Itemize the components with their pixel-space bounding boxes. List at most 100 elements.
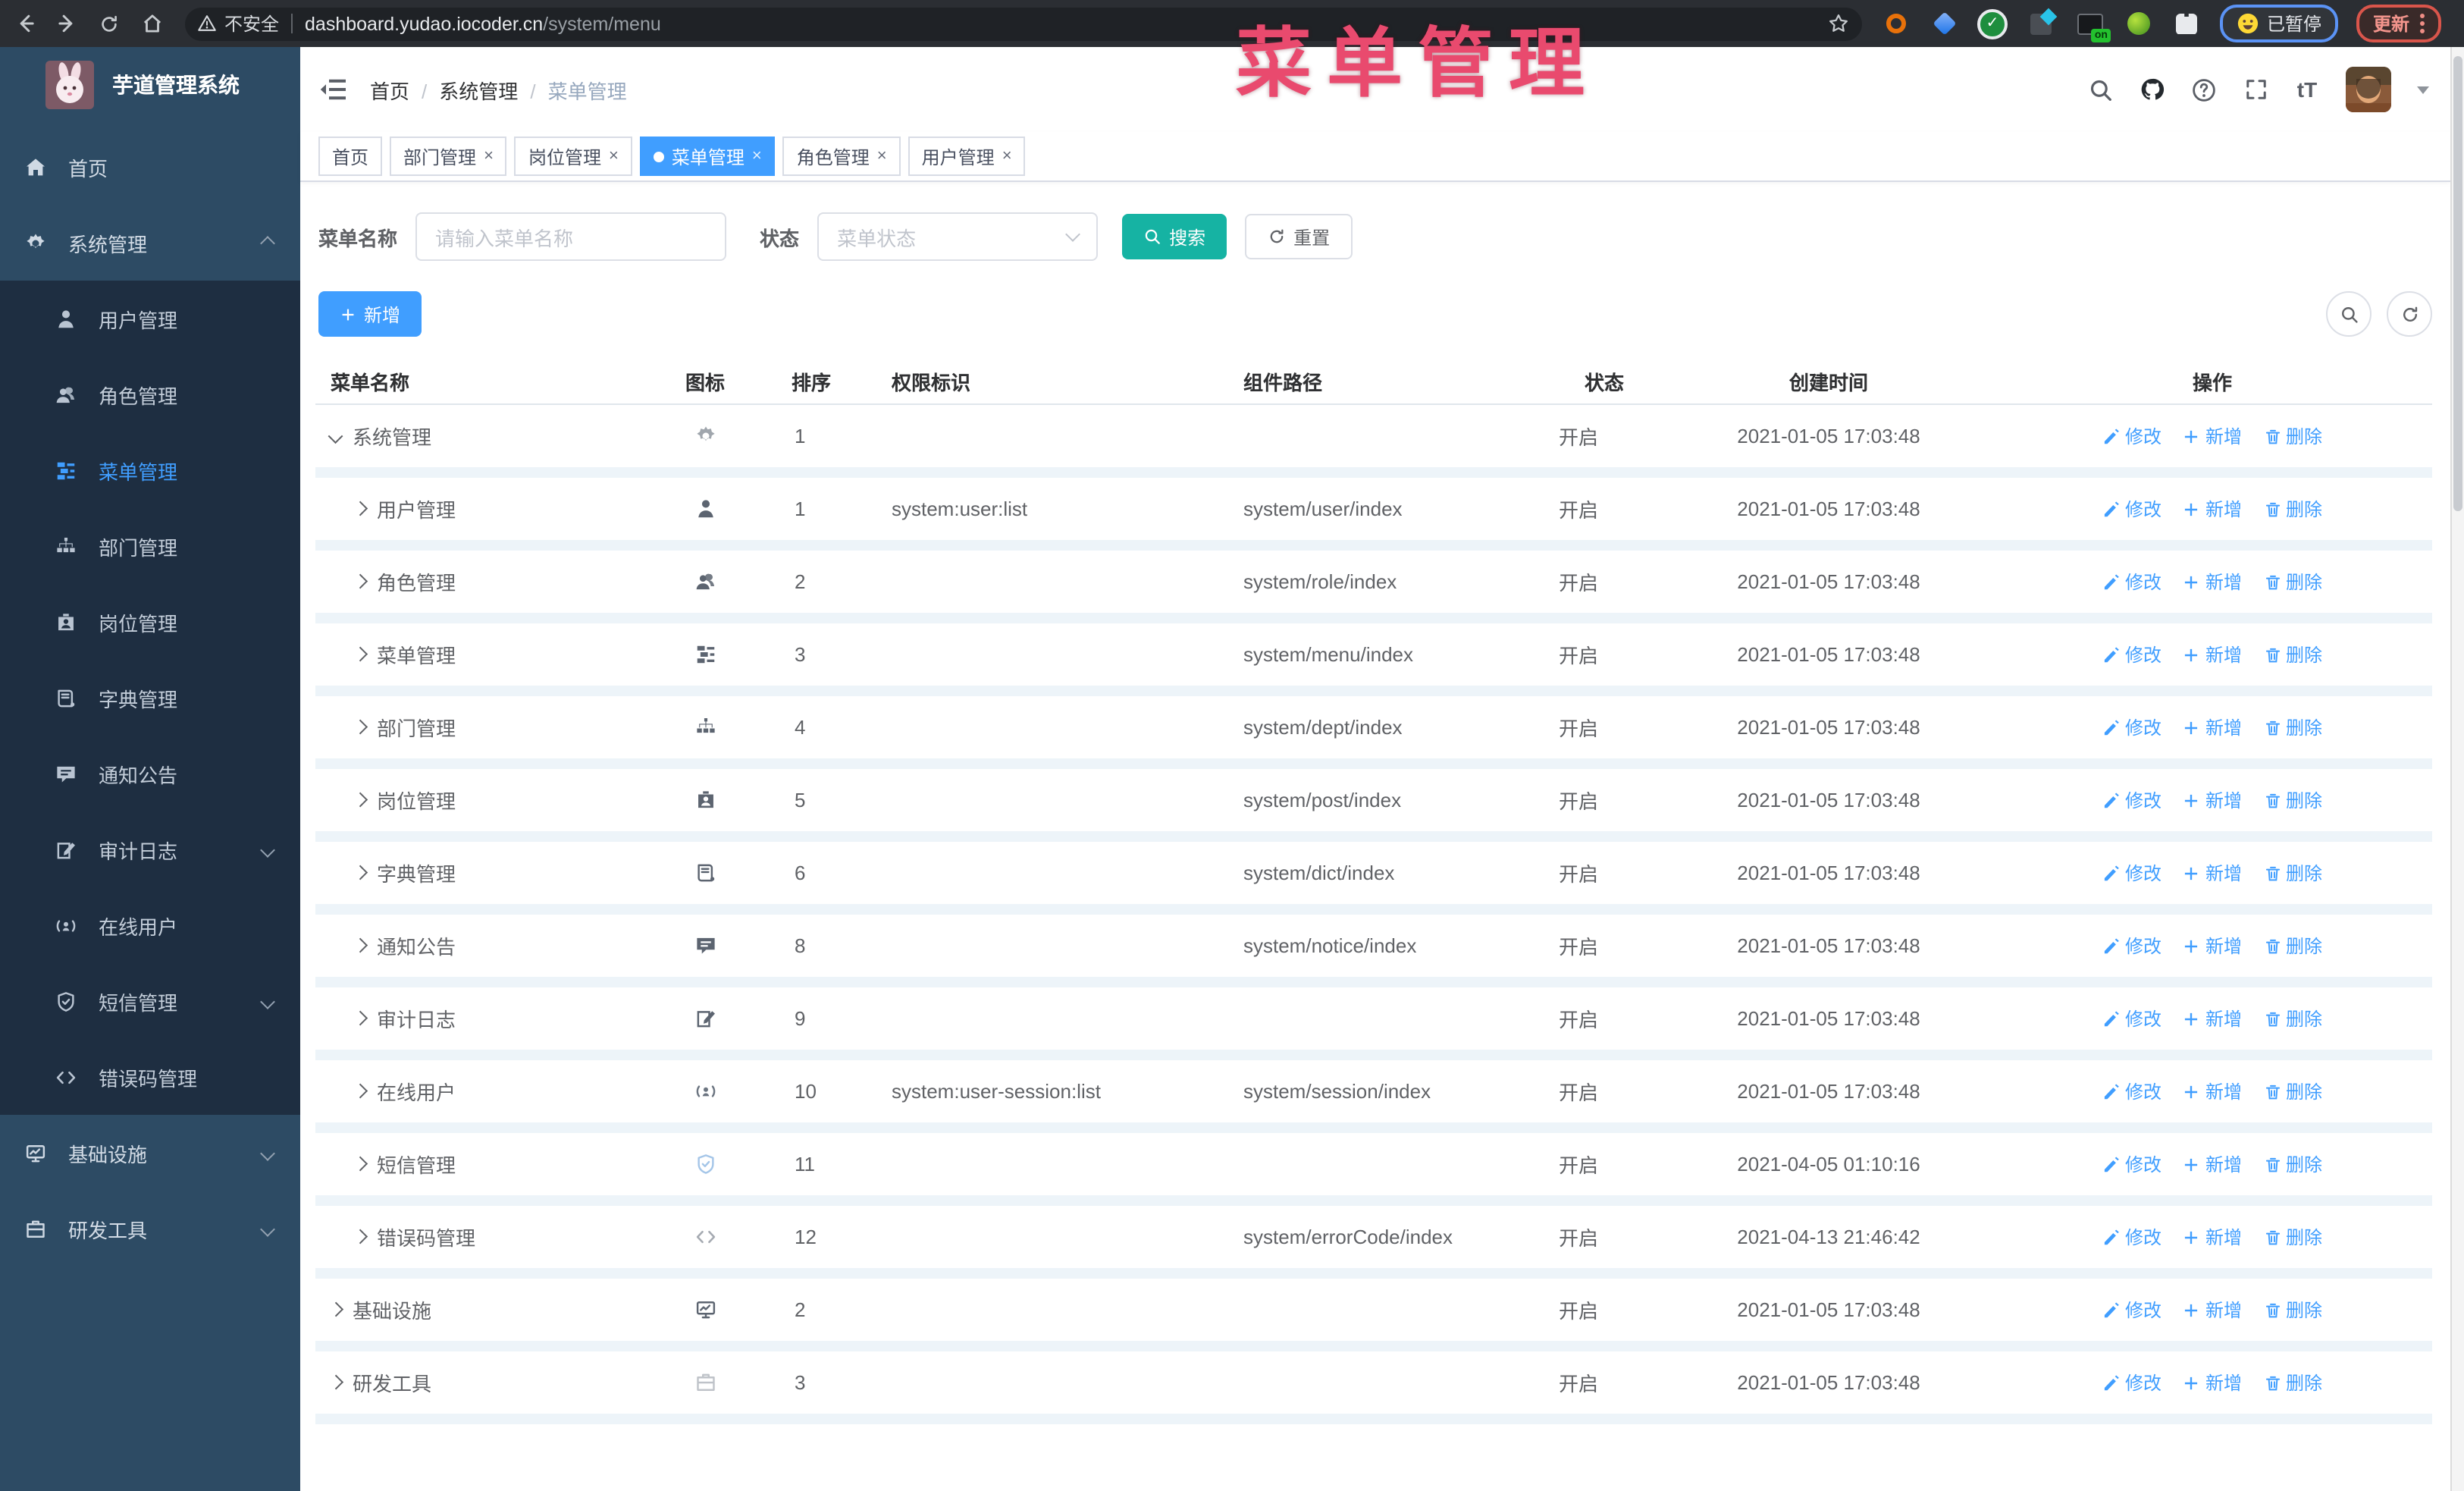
edit-link[interactable]: 修改 — [2102, 642, 2161, 667]
browser-menu-icon[interactable] — [2420, 14, 2425, 33]
row-expand-chevron[interactable] — [353, 1011, 367, 1026]
delete-link[interactable]: 删除 — [2263, 496, 2322, 522]
sidebar-item-home[interactable]: 首页 — [0, 129, 300, 205]
delete-link[interactable]: 删除 — [2263, 714, 2322, 740]
browser-forward-button[interactable] — [49, 5, 85, 42]
add-child-link[interactable]: 新增 — [2183, 1006, 2242, 1031]
sidebar-item-error-code[interactable]: 错误码管理 — [0, 1039, 300, 1115]
sidebar-item-notice[interactable]: 通知公告 — [0, 736, 300, 811]
tab-close-icon[interactable]: × — [1002, 147, 1012, 165]
sidebar-item-dict[interactable]: 字典管理 — [0, 660, 300, 736]
browser-back-button[interactable] — [6, 5, 42, 42]
row-expand-chevron[interactable] — [353, 865, 367, 880]
page-tab[interactable]: 部门管理 × — [390, 137, 507, 176]
delete-link[interactable]: 删除 — [2263, 1078, 2322, 1104]
add-child-link[interactable]: 新增 — [2183, 860, 2242, 886]
edit-link[interactable]: 修改 — [2102, 1078, 2161, 1104]
add-child-link[interactable]: 新增 — [2183, 1151, 2242, 1177]
sidebar-item-role[interactable]: 角色管理 — [0, 356, 300, 432]
edit-link[interactable]: 修改 — [2102, 1370, 2161, 1395]
sidebar-item-online-user[interactable]: 在线用户 — [0, 887, 300, 963]
page-tab[interactable]: 角色管理 × — [782, 137, 901, 176]
add-button[interactable]: 新增 — [318, 291, 422, 337]
add-child-link[interactable]: 新增 — [2183, 642, 2242, 667]
address-bar[interactable]: 不安全 dashboard.yudao.iocoder.cn/system/me… — [185, 7, 1862, 40]
add-child-link[interactable]: 新增 — [2183, 1297, 2242, 1323]
breadcrumb-home[interactable]: 首页 — [370, 75, 439, 104]
add-child-link[interactable]: 新增 — [2183, 496, 2242, 522]
page-tab[interactable]: 岗位管理 × — [514, 137, 632, 176]
scrollbar-thumb[interactable] — [2453, 56, 2462, 511]
menu-name-input[interactable]: 请输入菜单名称 — [415, 212, 727, 261]
edit-link[interactable]: 修改 — [2102, 787, 2161, 813]
row-expand-chevron[interactable] — [328, 428, 343, 444]
delete-link[interactable]: 删除 — [2263, 569, 2322, 595]
page-tab[interactable]: 首页 — [318, 137, 383, 176]
delete-link[interactable]: 删除 — [2263, 1297, 2322, 1323]
row-expand-chevron[interactable] — [353, 647, 367, 662]
sidebar-item-menu[interactable]: 菜单管理 — [0, 432, 300, 508]
page-scrollbar[interactable] — [2450, 47, 2464, 1491]
add-child-link[interactable]: 新增 — [2183, 1078, 2242, 1104]
user-avatar[interactable] — [2346, 67, 2391, 112]
sidebar-item-dept[interactable]: 部门管理 — [0, 508, 300, 584]
tab-close-icon[interactable]: × — [609, 147, 619, 165]
browser-home-button[interactable] — [133, 5, 170, 42]
edit-link[interactable]: 修改 — [2102, 1297, 2161, 1323]
edit-link[interactable]: 修改 — [2102, 933, 2161, 959]
delete-link[interactable]: 删除 — [2263, 642, 2322, 667]
edit-link[interactable]: 修改 — [2102, 860, 2161, 886]
tab-close-icon[interactable]: × — [877, 147, 887, 165]
app-logo-row[interactable]: 芋道管理系统 — [0, 47, 300, 123]
status-select[interactable]: 菜单状态 — [817, 212, 1099, 261]
row-expand-chevron[interactable] — [353, 574, 367, 589]
help-icon[interactable] — [2191, 77, 2217, 102]
sidebar-item-sms[interactable]: 短信管理 — [0, 963, 300, 1039]
text-size-button[interactable]: tT — [2294, 77, 2320, 102]
extension-green-icon[interactable] — [2123, 8, 2153, 39]
delete-link[interactable]: 删除 — [2263, 1151, 2322, 1177]
edit-link[interactable]: 修改 — [2102, 496, 2161, 522]
edit-link[interactable]: 修改 — [2102, 714, 2161, 740]
extension-target-icon[interactable] — [1880, 8, 1911, 39]
hamburger-icon[interactable] — [318, 74, 349, 105]
extensions-puzzle-icon[interactable] — [2171, 8, 2202, 39]
row-expand-chevron[interactable] — [353, 1084, 367, 1099]
browser-update-button[interactable]: 更新 — [2356, 5, 2442, 42]
delete-link[interactable]: 删除 — [2263, 860, 2322, 886]
breadcrumb-system[interactable]: 系统管理 — [439, 75, 547, 104]
sidebar-item-user[interactable]: 用户管理 — [0, 281, 300, 356]
header-search-icon[interactable] — [2088, 77, 2114, 102]
bookmark-star-icon[interactable] — [1827, 10, 1850, 37]
browser-profile-chip[interactable]: 已暂停 — [2220, 5, 2339, 42]
sidebar-item-post[interactable]: 岗位管理 — [0, 584, 300, 660]
edit-link[interactable]: 修改 — [2102, 1006, 2161, 1031]
toggle-search-button[interactable] — [2326, 291, 2372, 337]
delete-link[interactable]: 删除 — [2263, 933, 2322, 959]
add-child-link[interactable]: 新增 — [2183, 1370, 2242, 1395]
row-expand-chevron[interactable] — [353, 1157, 367, 1172]
page-tab[interactable]: 用户管理 × — [908, 137, 1026, 176]
delete-link[interactable]: 删除 — [2263, 1006, 2322, 1031]
avatar-caret-icon[interactable] — [2417, 86, 2429, 99]
browser-reload-button[interactable] — [91, 5, 127, 42]
reset-button[interactable]: 重置 — [1245, 214, 1353, 259]
sidebar-item-system[interactable]: 系统管理 — [0, 205, 300, 281]
sidebar-item-dev-tools[interactable]: 研发工具 — [0, 1191, 300, 1267]
extension-gem-icon[interactable] — [1929, 8, 1959, 39]
edit-link[interactable]: 修改 — [2102, 1151, 2161, 1177]
add-child-link[interactable]: 新增 — [2183, 714, 2242, 740]
delete-link[interactable]: 删除 — [2263, 423, 2322, 449]
delete-link[interactable]: 删除 — [2263, 1370, 2322, 1395]
extension-check-icon[interactable]: ✓ — [1977, 8, 2008, 39]
add-child-link[interactable]: 新增 — [2183, 423, 2242, 449]
row-expand-chevron[interactable] — [353, 720, 367, 735]
sidebar-item-infra[interactable]: 基础设施 — [0, 1115, 300, 1191]
row-expand-chevron[interactable] — [353, 1229, 367, 1245]
security-indicator[interactable]: 不安全 — [197, 11, 279, 36]
add-child-link[interactable]: 新增 — [2183, 1224, 2242, 1250]
row-expand-chevron[interactable] — [353, 938, 367, 953]
row-expand-chevron[interactable] — [353, 793, 367, 808]
delete-link[interactable]: 删除 — [2263, 787, 2322, 813]
tab-close-icon[interactable]: × — [484, 147, 494, 165]
